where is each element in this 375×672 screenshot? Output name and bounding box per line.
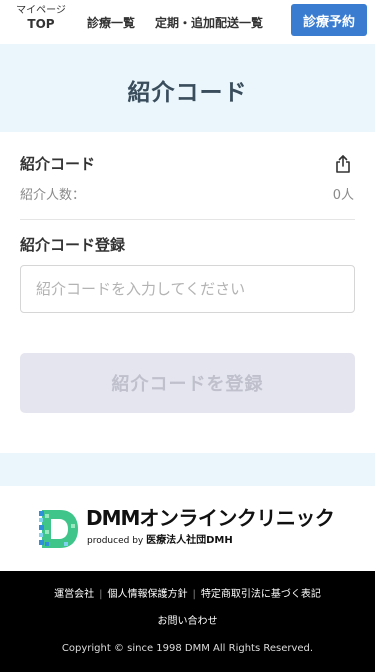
footer-separator: | [99, 589, 103, 600]
dmm-clinic-logo-icon [38, 508, 80, 550]
top-header: マイページ TOP 診療一覧 定期・追加配送一覧 診療予約 [0, 0, 375, 44]
referral-count-value: 0人 [332, 188, 354, 203]
nav-mypage-label: マイページ [16, 5, 66, 16]
nav-mypage-top[interactable]: マイページ TOP [12, 5, 70, 31]
footer: 運営会社 | 個人情報保護方針 | 特定商取引法に基づく表記 お問い合わせ Copyri… [0, 571, 375, 672]
referral-count-label: 紹介人数： [20, 188, 86, 203]
footer-links: 運営会社 | 個人情報保護方針 | 特定商取引法に基づく表記 [0, 588, 375, 602]
referral-code-input[interactable] [20, 265, 355, 313]
footer-link-privacy[interactable]: 個人情報保護方針 [108, 589, 188, 600]
referral-registration-label: 紹介コード登録 [20, 236, 126, 254]
reserve-button[interactable]: 診療予約 [291, 4, 367, 36]
share-icon[interactable] [333, 154, 353, 174]
logo-subtitle: produced by 医療法人社団DMH [87, 535, 233, 547]
title-banner: 紹介コード [0, 44, 375, 132]
page-title: 紹介コード [127, 80, 248, 106]
divider [20, 219, 355, 220]
logo-org-name: 医療法人社団DMH [146, 535, 233, 546]
footer-separator: | [192, 589, 196, 600]
nav-top-label: TOP [27, 17, 55, 31]
footer-link-company[interactable]: 運営会社 [54, 589, 94, 600]
footer-link-commerce-law[interactable]: 特定商取引法に基づく表記 [201, 589, 321, 600]
logo-title: DMMオンラインクリニック [86, 505, 335, 531]
logo-title-latin: DMM [86, 506, 140, 530]
register-code-button[interactable]: 紹介コードを登録 [20, 353, 355, 413]
lower-band [0, 453, 375, 486]
referral-code-label: 紹介コード [20, 155, 96, 173]
nav-subscription-list[interactable]: 定期・追加配送一覧 [155, 15, 263, 31]
footer-link-contact[interactable]: お問い合わせ [0, 615, 375, 629]
logo-title-jp: オンラインクリニック [139, 506, 335, 530]
nav-consultation-list[interactable]: 診療一覧 [87, 15, 135, 31]
logo-produced-by: produced by [87, 536, 144, 546]
footer-copyright: Copyright © since 1998 DMM All Rights Re… [61, 643, 314, 654]
